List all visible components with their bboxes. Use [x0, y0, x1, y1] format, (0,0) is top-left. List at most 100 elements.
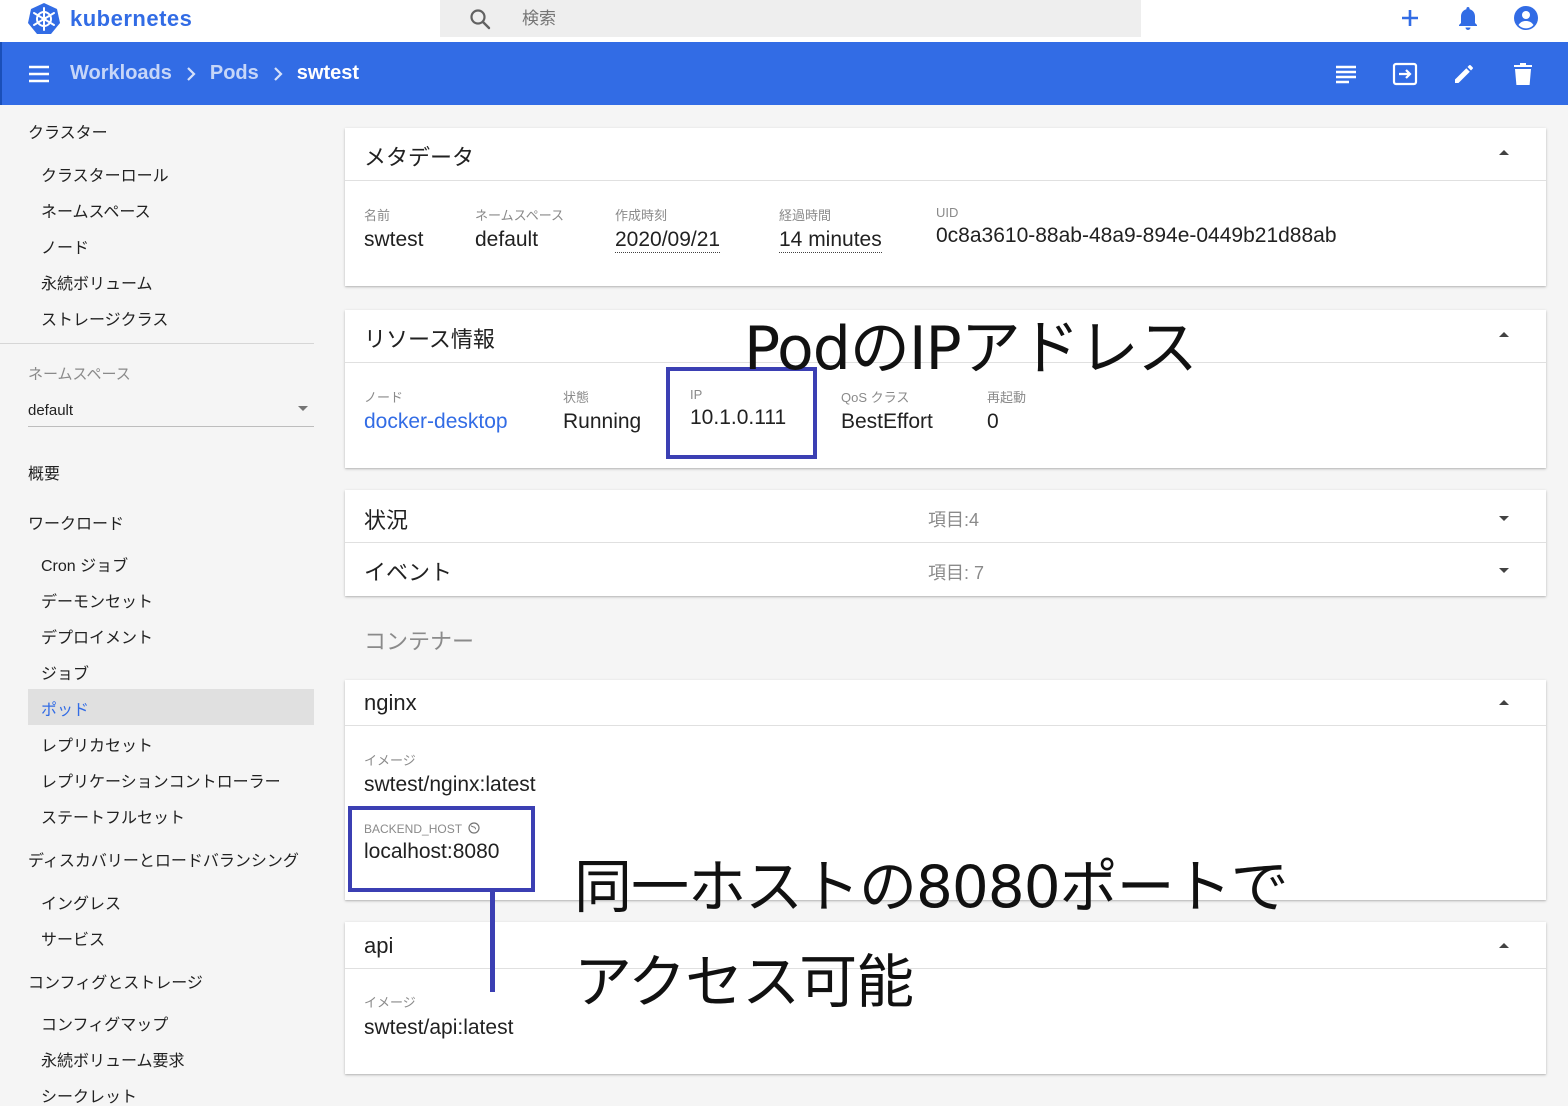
image-label: イメージ: [364, 995, 416, 1010]
account-circle-icon[interactable]: [1512, 4, 1540, 32]
port-annotation-line1: 同一ホストの8080ポートで: [574, 853, 1289, 921]
image-value: swtest/nginx:latest: [364, 773, 536, 796]
kubernetes-logo[interactable]: kubernetes: [26, 2, 192, 36]
search-input[interactable]: [522, 8, 1022, 29]
breadcrumb-pods[interactable]: Pods: [210, 62, 259, 85]
conditions-title[interactable]: 状況: [364, 503, 408, 535]
nav-bar: Workloads Pods swtest: [0, 42, 1568, 105]
field-value: default: [475, 228, 539, 251]
top-bar: kubernetes: [0, 0, 1568, 42]
breadcrumb-workloads[interactable]: Workloads: [70, 62, 172, 85]
sidebar-item-pvcs[interactable]: 永続ボリューム要求: [41, 1047, 185, 1071]
sidebar-item-namespaces[interactable]: ネームスペース: [41, 198, 151, 222]
sidebar-item-nodes[interactable]: ノード: [41, 234, 89, 258]
uid-value: 0c8a3610-88ab-48a9-894e-0449b21d88ab: [936, 224, 1337, 247]
sidebar-item-replicationcontrollers[interactable]: レプリケーションコントローラー: [41, 768, 281, 792]
resource-info-title[interactable]: リソース情報: [364, 322, 495, 354]
sidebar-item-ingresses[interactable]: イングレス: [41, 890, 121, 914]
sidebar-heading-config[interactable]: コンフィグとストレージ: [28, 969, 203, 993]
sidebar-item-storageclasses[interactable]: ストレージクラス: [41, 306, 168, 330]
notifications-bell-icon[interactable]: [1454, 4, 1482, 32]
sidebar-heading-workloads[interactable]: ワークロード: [28, 510, 124, 534]
ip-annotation: PodのIPアドレス: [744, 314, 1198, 384]
creation-time-value[interactable]: 2020/09/21: [615, 228, 721, 253]
card-divider: [345, 968, 1546, 969]
namespace-value: default: [28, 402, 74, 419]
delete-trash-icon[interactable]: [1510, 61, 1536, 87]
restarts-value: 0: [987, 410, 999, 433]
resource-actions: [1333, 61, 1536, 87]
sidebar-heading-cluster[interactable]: クラスター: [28, 119, 108, 143]
namespace-label: ネームスペース: [28, 366, 131, 383]
field-label: 名前: [364, 208, 391, 223]
node-link[interactable]: docker-desktop: [364, 410, 508, 434]
sidebar-item-overview[interactable]: 概要: [28, 460, 60, 484]
card-divider: [345, 725, 1546, 726]
top-actions: [1396, 4, 1540, 32]
events-title[interactable]: イベント: [364, 555, 452, 587]
sidebar-item-deployments[interactable]: デプロイメント: [41, 624, 153, 648]
card-divider: [345, 180, 1546, 181]
sidebar-item-persistentvolumes[interactable]: 永続ボリューム: [41, 270, 153, 294]
conditions-count: 項目:4: [928, 510, 980, 530]
container-name[interactable]: nginx: [364, 690, 417, 716]
search-bar: [440, 0, 1141, 37]
metadata-title[interactable]: メタデータ: [364, 140, 474, 172]
field-label: 作成時刻: [615, 208, 668, 223]
field-label: 再起動: [987, 390, 1027, 405]
sidebar-heading-discovery[interactable]: ディスカバリーとロードバランシング: [28, 847, 299, 871]
chevron-right-icon: [187, 66, 196, 81]
field-label: QoS クラス: [841, 390, 910, 405]
image-value: swtest/api:latest: [364, 1016, 514, 1039]
field-label: ノード: [364, 390, 404, 405]
port-annotation-line2: アクセス可能: [574, 948, 914, 1016]
annotation-connector-line: [490, 892, 495, 992]
sidebar-item-secrets[interactable]: シークレット: [41, 1083, 137, 1106]
sidebar-item-jobs[interactable]: ジョブ: [41, 660, 89, 684]
env-highlight-box: [348, 806, 535, 892]
sidebar-item-statefulsets[interactable]: ステートフルセット: [41, 804, 185, 828]
expand-caret-icon[interactable]: [1499, 516, 1509, 521]
metadata-card: メタデータ 名前 swtest ネームスペース default 作成時刻 202…: [345, 128, 1546, 286]
field-label: 経過時間: [779, 208, 832, 223]
sidebar-item-replicasets[interactable]: レプリカセット: [41, 732, 153, 756]
collapse-caret-icon[interactable]: [1499, 943, 1509, 948]
sidebar-item-cronjobs[interactable]: Cron ジョブ: [41, 552, 128, 576]
field-label: ネームスペース: [475, 208, 565, 223]
field-value: swtest: [364, 228, 424, 251]
breadcrumb: Workloads Pods swtest: [70, 62, 359, 85]
sidebar-divider: [0, 343, 314, 344]
qos-value: BestEffort: [841, 410, 933, 433]
sidebar-item-pods[interactable]: ポッド: [41, 696, 89, 720]
namespace-select[interactable]: default: [28, 396, 314, 427]
age-value[interactable]: 14 minutes: [779, 228, 882, 253]
field-label: UID: [936, 205, 959, 220]
collapse-caret-icon[interactable]: [1499, 700, 1509, 705]
edit-pencil-icon[interactable]: [1451, 61, 1477, 87]
collapse-caret-icon[interactable]: [1499, 150, 1509, 155]
container-name[interactable]: api: [364, 933, 393, 959]
dropdown-arrow-icon: [298, 406, 308, 411]
menu-icon[interactable]: [27, 62, 51, 86]
search-icon[interactable]: [468, 7, 492, 31]
logs-icon[interactable]: [1333, 61, 1359, 87]
collapse-caret-icon[interactable]: [1499, 332, 1509, 337]
sidebar-item-daemonsets[interactable]: デーモンセット: [41, 588, 153, 612]
sidebar-item-clusterroles[interactable]: クラスターロール: [41, 162, 169, 186]
status-value: Running: [563, 410, 642, 433]
app-name: kubernetes: [70, 6, 193, 31]
image-label: イメージ: [364, 753, 416, 768]
sidebar-item-services[interactable]: サービス: [41, 926, 105, 950]
sidebar-item-configmaps[interactable]: コンフィグマップ: [41, 1011, 168, 1035]
card-divider: [345, 542, 1546, 543]
conditions-events-card: 状況 項目:4 イベント 項目: 7: [345, 490, 1546, 596]
add-icon[interactable]: [1396, 4, 1424, 32]
breadcrumb-current: swtest: [296, 62, 360, 84]
kubernetes-wheel-icon: [28, 3, 60, 34]
containers-section-title: コンテナー: [364, 629, 475, 654]
exec-shell-icon[interactable]: [1392, 61, 1418, 87]
expand-caret-icon[interactable]: [1499, 568, 1509, 573]
chevron-right-icon: [274, 66, 283, 81]
container-card-api: api イメージ swtest/api:latest: [345, 922, 1546, 1074]
events-count: 項目: 7: [928, 563, 985, 583]
